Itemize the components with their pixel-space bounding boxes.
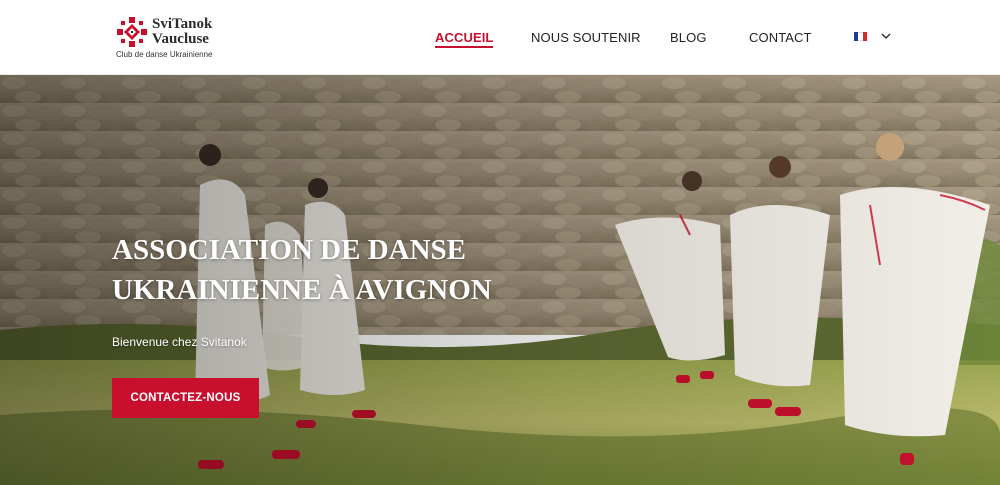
contact-us-button[interactable]: CONTACTEZ-NOUS [112, 378, 259, 418]
french-flag-icon [854, 32, 867, 41]
ukrainian-ornament-icon [117, 17, 147, 47]
nav-item-label: ACCUEIL [435, 30, 494, 45]
site-logo[interactable]: SviTanok Vaucluse Club de danse Ukrainie… [116, 16, 236, 62]
nav-item-accueil[interactable]: ACCUEIL [435, 30, 494, 48]
language-switcher[interactable] [854, 31, 894, 45]
brand-title: SviTanok Vaucluse [152, 16, 213, 47]
active-nav-indicator [435, 46, 494, 48]
nav-item-nous-soutenir[interactable]: NOUS SOUTENIR [531, 30, 641, 45]
site-header: SviTanok Vaucluse Club de danse Ukrainie… [0, 0, 1000, 75]
hero-section: ASSOCIATION DE DANSE UKRAINIENNE À AVIGN… [0, 75, 1000, 485]
contact-us-button-label: CONTACTEZ-NOUS [130, 392, 241, 404]
nav-item-label: CONTACT [749, 30, 812, 45]
nav-item-blog[interactable]: BLOG [670, 30, 707, 45]
nav-item-label: BLOG [670, 30, 707, 45]
nav-item-contact[interactable]: CONTACT [749, 30, 812, 45]
hero-title: ASSOCIATION DE DANSE UKRAINIENNE À AVIGN… [112, 234, 492, 306]
brand-subtitle: Club de danse Ukrainienne [116, 50, 213, 59]
hero-subtitle: Bienvenue chez Svitanok [112, 335, 247, 349]
nav-item-label: NOUS SOUTENIR [531, 30, 641, 45]
chevron-down-icon [881, 33, 891, 40]
